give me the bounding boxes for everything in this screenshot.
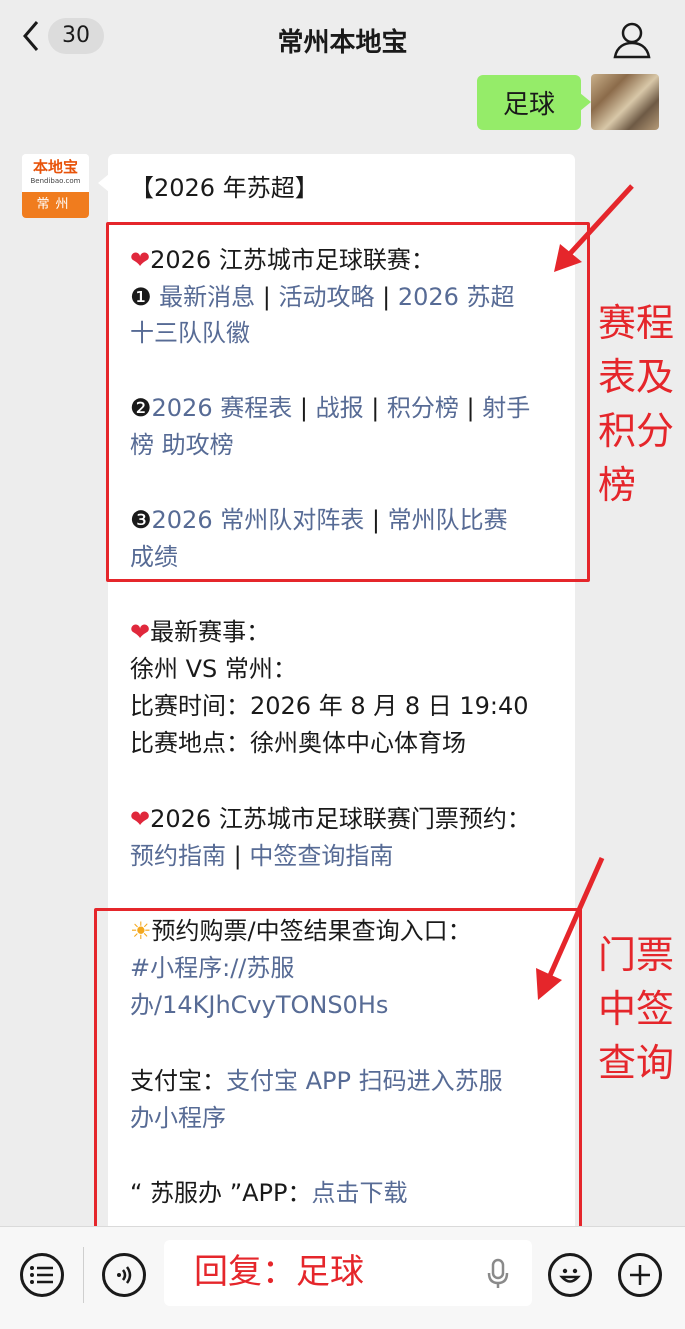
arrow-icon: [554, 184, 634, 272]
input-text: 回复：足球: [194, 1252, 364, 1292]
menu-list-icon: [30, 1266, 53, 1284]
link-match-report[interactable]: 战报: [316, 394, 364, 422]
section-title-latest: ❤最新赛事：: [130, 618, 271, 646]
link-latest-news[interactable]: 最新消息: [159, 283, 255, 311]
heart-icon: ❤: [130, 618, 151, 646]
avatar-city-label: 常州: [22, 192, 89, 218]
number-2-icon: ❷: [130, 394, 152, 422]
emoji-button[interactable]: [548, 1253, 592, 1297]
outgoing-message-text: 足球: [502, 90, 555, 120]
link-reservation-guide[interactable]: 预约指南: [130, 842, 226, 870]
divider: [83, 1247, 84, 1303]
chevron-left-icon: [23, 21, 39, 51]
section-links-row-3: ❸2026 常州队对阵表 | 常州队比赛: [130, 506, 508, 534]
section-title-league: ❤2026 江苏城市足球联赛：: [130, 246, 435, 274]
unread-count-badge: 30: [48, 18, 104, 54]
chat-header: 30 常州本地宝: [0, 0, 685, 78]
link-lottery-guide[interactable]: 中签查询指南: [249, 842, 393, 870]
annotation-ticket: 门票 中签 查询: [598, 933, 675, 1085]
back-button[interactable]: 30: [22, 18, 104, 54]
heart-icon: ❤: [130, 246, 151, 274]
link-top-scorers-cont[interactable]: 榜: [130, 431, 154, 459]
link-assists[interactable]: 助攻榜: [162, 431, 234, 459]
link-alipay[interactable]: 支付宝 APP 扫码进入苏服: [226, 1067, 503, 1095]
user-avatar[interactable]: [591, 74, 659, 130]
section-title-tickets: ❤2026 江苏城市足球联赛门票预约：: [130, 805, 531, 833]
incoming-message-bubble: 【2026 年苏超】 ❤2026 江苏城市足球联赛： ❶ 最新消息 | 活动攻略…: [98, 154, 575, 1234]
message-input[interactable]: 回复：足球: [164, 1240, 532, 1306]
emoji-icon: [559, 1268, 581, 1283]
link-team-badges-cont[interactable]: 十三队队徽: [130, 319, 250, 347]
link-mini-program-cont[interactable]: 办/14KJhCvyTONS0Hs: [130, 991, 388, 1019]
number-1-icon: ❶: [130, 283, 152, 311]
add-button[interactable]: [618, 1253, 662, 1297]
link-changzhou-results[interactable]: 常州队比赛: [388, 506, 508, 534]
bendibao-logo: 本地宝 Bendibao.com: [22, 154, 89, 192]
heart-icon: ❤: [130, 805, 151, 833]
link-points-table[interactable]: 积分榜: [387, 394, 459, 422]
outgoing-message-bubble[interactable]: 足球: [477, 75, 591, 130]
microphone-icon[interactable]: [486, 1258, 510, 1290]
match-time: 比赛时间：2026 年 8 月 8 日 19:40: [130, 692, 529, 720]
bot-avatar[interactable]: 本地宝 Bendibao.com 常州: [22, 154, 89, 218]
match-teams: 徐州 VS 常州：: [130, 655, 297, 683]
link-team-badges[interactable]: 2026 苏超: [398, 283, 515, 311]
section-links-row-2: ❷2026 赛程表 | 战报 | 积分榜 | 射手: [130, 394, 531, 422]
menu-button[interactable]: [20, 1253, 64, 1297]
number-3-icon: ❸: [130, 506, 152, 534]
match-venue: 比赛地点：徐州奥体中心体育场: [130, 729, 466, 757]
arrow-icon: [536, 856, 605, 1000]
app-label: “ 苏服办 ”APP：: [130, 1179, 312, 1207]
voice-button[interactable]: [102, 1253, 146, 1297]
link-mini-program[interactable]: #小程序://苏服: [130, 954, 294, 982]
link-schedule[interactable]: 2026 赛程表: [152, 394, 293, 422]
link-changzhou-results-cont[interactable]: 成绩: [130, 543, 178, 571]
alipay-label: 支付宝：: [130, 1067, 226, 1095]
profile-icon[interactable]: [612, 20, 652, 60]
link-app-download[interactable]: 点击下载: [312, 1179, 408, 1207]
sun-icon: ☀: [130, 917, 152, 945]
link-top-scorers[interactable]: 射手: [482, 394, 530, 422]
annotation-schedule: 赛程 表及 积分 榜: [598, 301, 675, 507]
voice-icon: [117, 1266, 132, 1284]
link-event-guide[interactable]: 活动攻略: [279, 283, 375, 311]
section-title-entry: ☀预约购票/中签结果查询入口：: [130, 917, 472, 945]
link-alipay-cont[interactable]: 办小程序: [130, 1104, 226, 1132]
section-links-row-1: ❶ 最新消息 | 活动攻略 | 2026 苏超: [130, 283, 515, 311]
plus-icon: [630, 1265, 650, 1285]
link-changzhou-lineup[interactable]: 2026 常州队对阵表: [152, 506, 365, 534]
message-heading: 【2026 年苏超】: [130, 174, 319, 202]
